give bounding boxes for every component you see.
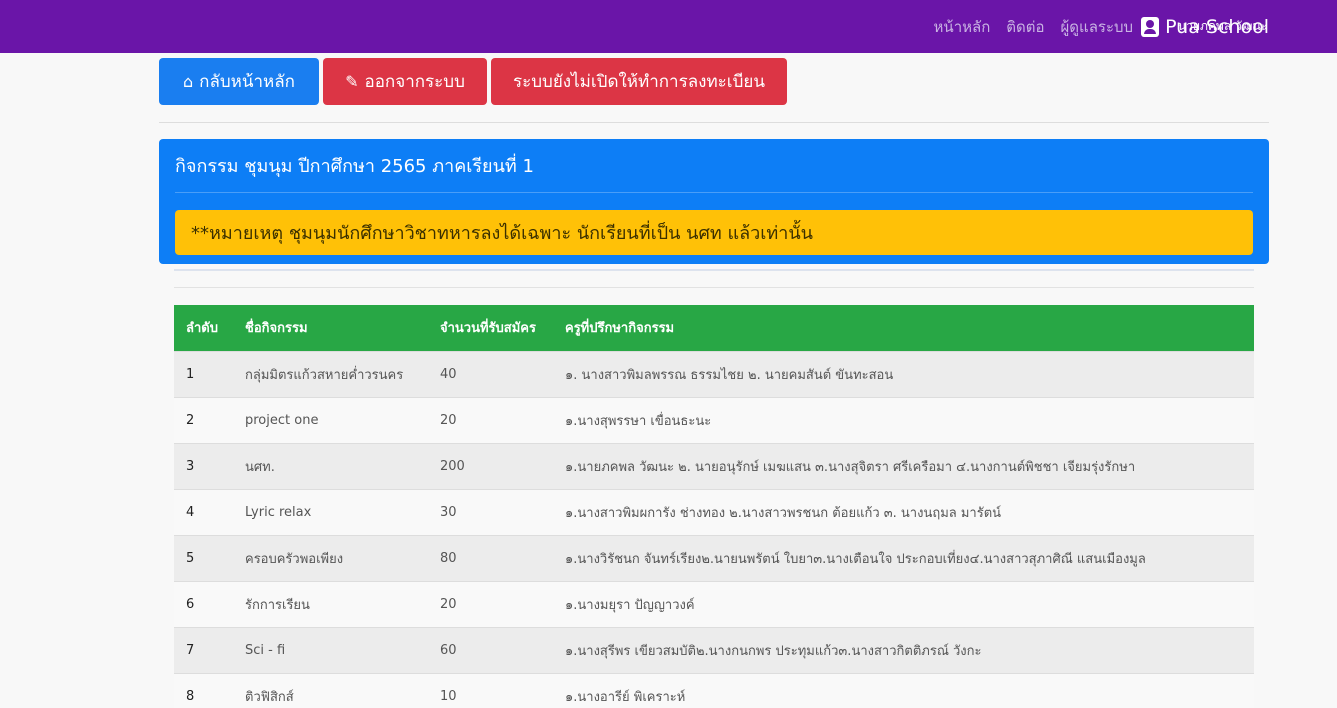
activity-capacity: 200	[440, 458, 465, 474]
nav-link-home[interactable]: หน้าหลัก	[934, 15, 991, 39]
activity-capacity: 20	[440, 412, 457, 428]
edit-icon: ✎	[345, 72, 359, 91]
note-alert: **หมายเหตุ ชุมนุมนักศึกษาวิชาทหารลงได้เฉ…	[175, 210, 1253, 255]
row-index: 5	[186, 550, 195, 566]
activity-advisors: ๑.นายภคพล วัฒนะ ๒. นายอนุรักษ์ เมฆแสน ๓.…	[565, 459, 1136, 475]
row-index: 2	[186, 412, 195, 428]
row-index: 3	[186, 458, 195, 474]
header-capacity: จำนวนที่รับสมัคร	[440, 321, 536, 337]
back-home-label: กลับหน้าหลัก	[199, 72, 295, 92]
activity-capacity: 10	[440, 688, 457, 704]
logout-label: ออกจากระบบ	[364, 72, 465, 92]
note-text: **หมายเหตุ ชุมนุมนักศึกษาวิชาทหารลงได้เฉ…	[191, 223, 813, 244]
row-index: 7	[186, 642, 195, 658]
header-index: ลำดับ	[186, 321, 218, 337]
panel-title: กิจกรรม ชุมนุม ปีกาศึกษา 2565 ภาคเรียนที…	[175, 156, 534, 177]
table-row[interactable]: 8 ติวฟิสิกส์ 10 ๑.นางอารีย์ พิเคราะห์	[174, 673, 1254, 708]
activity-capacity: 80	[440, 550, 457, 566]
table-header-row: ลำดับ ชื่อกิจกรรม จำนวนที่รับสมัคร ครูที…	[174, 305, 1254, 351]
activity-name: project one	[245, 412, 319, 428]
top-navbar: หน้าหลัก ติดต่อ ผู้ดูแลระบบ Pua School น…	[0, 0, 1337, 53]
row-index: 1	[186, 366, 195, 382]
activity-advisors: ๑.นางสุพรรษา เขื่อนธะนะ	[565, 413, 712, 429]
table-row[interactable]: 6 รักการเรียน 20 ๑.นางมยุรา ปัญญาวงค์	[174, 581, 1254, 627]
activity-capacity: 60	[440, 642, 457, 658]
activity-name: Lyric relax	[245, 504, 312, 520]
activity-advisors: ๑.นางมยุรา ปัญญาวงค์	[565, 597, 695, 613]
activity-name: ครอบครัวพอเพียง	[245, 551, 344, 567]
activity-advisors: ๑.นางวิรัชนก จันทร์เรียง๒.นายนพรัตน์ ใบย…	[565, 551, 1146, 567]
activity-capacity: 40	[440, 366, 457, 382]
activity-capacity: 20	[440, 596, 457, 612]
activity-name: Sci - fi	[245, 642, 286, 658]
activity-panel: กิจกรรม ชุมนุม ปีกาศึกษา 2565 ภาคเรียนที…	[159, 139, 1269, 264]
activity-name: ติวฟิสิกส์	[245, 689, 294, 705]
table-row[interactable]: 5 ครอบครัวพอเพียง 80 ๑.นางวิรัชนก จันทร์…	[174, 535, 1254, 581]
activity-name: กลุ่มมิตรแก้วสหายค่ำวรนคร	[245, 367, 404, 383]
panel-divider	[175, 192, 1253, 193]
registration-closed-label: ระบบยังไม่เปิดให้ทำการลงทะเบียน	[513, 72, 765, 92]
divider	[159, 122, 1269, 123]
header-advisors: ครูที่ปรึกษากิจกรรม	[565, 321, 675, 337]
table-row[interactable]: 2 project one 20 ๑.นางสุพรรษา เขื่อนธะนะ	[174, 397, 1254, 443]
row-index: 8	[186, 688, 195, 704]
table-row[interactable]: 7 Sci - fi 60 ๑.นางสุรีพร เขียวสมบัติ๒.น…	[174, 627, 1254, 673]
registration-closed-button[interactable]: ระบบยังไม่เปิดให้ทำการลงทะเบียน	[491, 58, 787, 105]
header-activity-name: ชื่อกิจกรรม	[245, 321, 308, 337]
activity-table: ลำดับ ชื่อกิจกรรม จำนวนที่รับสมัคร ครูที…	[174, 305, 1254, 708]
activity-advisors: ๑.นางอารีย์ พิเคราะห์	[565, 689, 686, 705]
activity-name: รักการเรียน	[245, 597, 310, 613]
nav-link-admin[interactable]: ผู้ดูแลระบบ	[1061, 15, 1134, 39]
home-icon: ⌂	[183, 72, 194, 91]
contact-card-icon	[1141, 16, 1160, 37]
divider	[174, 287, 1254, 288]
user-name[interactable]: นายภคพล วัฒนะ	[1178, 17, 1267, 36]
activity-name: นศท.	[245, 459, 275, 475]
back-home-button[interactable]: ⌂ กลับหน้าหลัก	[159, 58, 319, 105]
divider	[174, 269, 1254, 271]
activity-advisors: ๑.นางสุรีพร เขียวสมบัติ๒.นางกนกพร ประทุม…	[565, 643, 982, 659]
row-index: 4	[186, 504, 195, 520]
activity-advisors: ๑. นางสาวพิมลพรรณ ธรรมไชย ๒. นายคมสันต์ …	[565, 367, 894, 383]
row-index: 6	[186, 596, 195, 612]
table-row[interactable]: 1 กลุ่มมิตรแก้วสหายค่ำวรนคร 40 ๑. นางสาว…	[174, 351, 1254, 397]
activity-advisors: ๑.นางสาวพิมผการัง ช่างทอง ๒.นางสาวพรชนก …	[565, 505, 1002, 521]
table-row[interactable]: 4 Lyric relax 30 ๑.นางสาวพิมผการัง ช่างท…	[174, 489, 1254, 535]
nav-link-contact[interactable]: ติดต่อ	[1006, 15, 1044, 39]
table-row[interactable]: 3 นศท. 200 ๑.นายภคพล วัฒนะ ๒. นายอนุรักษ…	[174, 443, 1254, 489]
logout-button[interactable]: ✎ ออกจากระบบ	[323, 58, 487, 105]
activity-capacity: 30	[440, 504, 457, 520]
